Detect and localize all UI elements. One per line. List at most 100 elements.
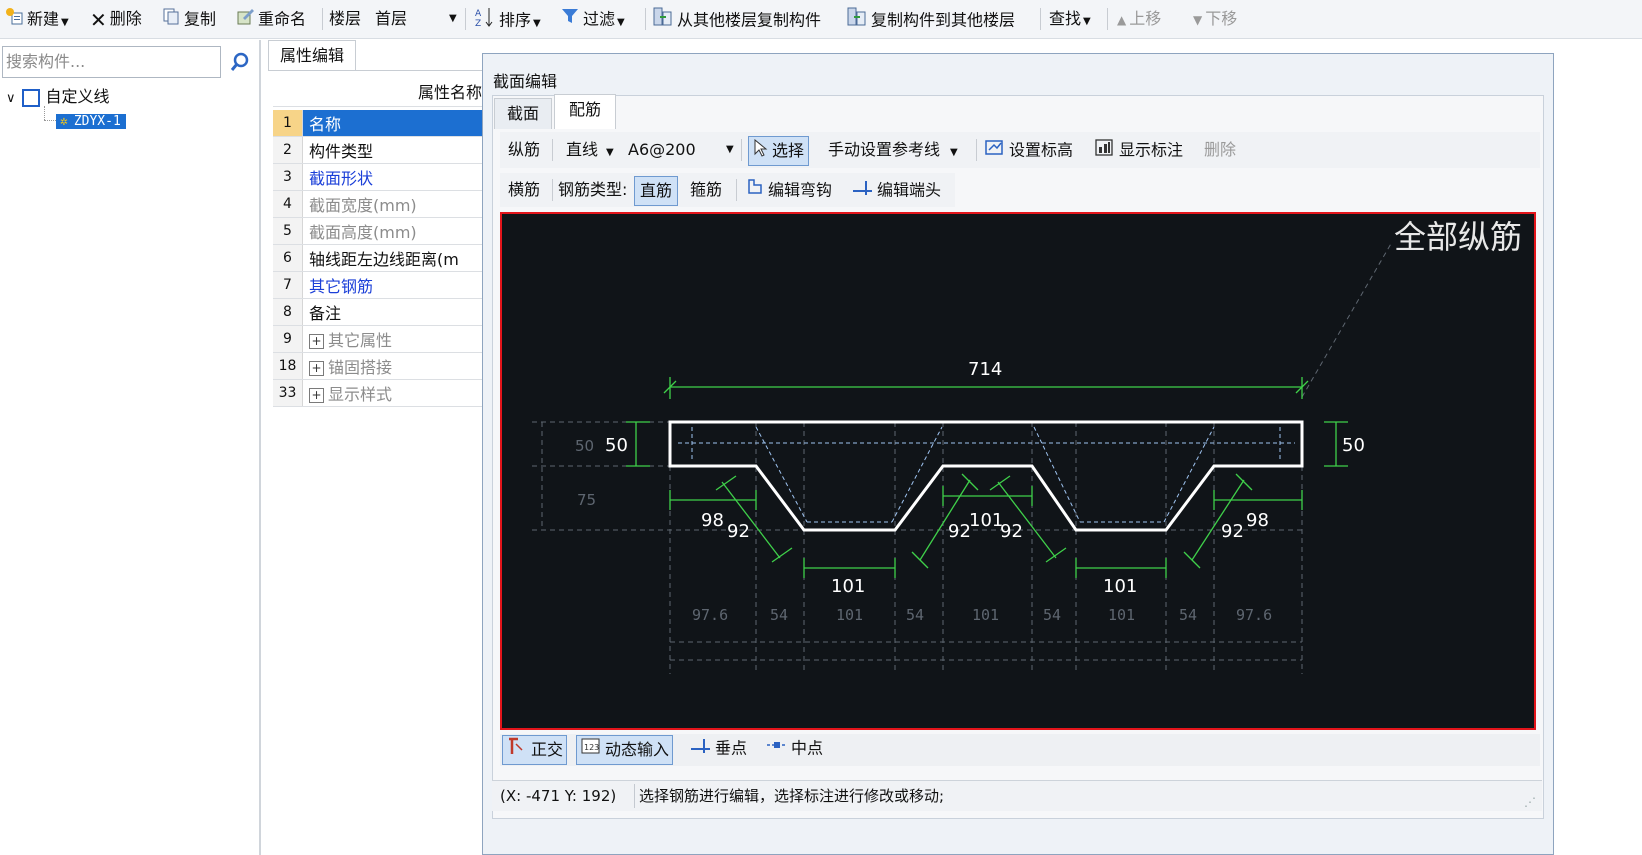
row-number: 33 bbox=[273, 379, 303, 407]
tab-section[interactable]: 截面 bbox=[494, 98, 552, 129]
row-number: 3 bbox=[273, 163, 303, 191]
dim-height-left[interactable]: 50 bbox=[605, 435, 628, 456]
tree-root-item[interactable]: ∨ 自定义线 bbox=[6, 86, 110, 108]
property-name: 备注 bbox=[302, 298, 488, 326]
sort-button[interactable]: A Z 排序 ▼ bbox=[474, 6, 541, 32]
property-name: 其它钢筋 bbox=[302, 271, 488, 299]
manual-reference-dropdown-icon[interactable]: ▼ bbox=[950, 147, 958, 158]
toolbar-separator bbox=[645, 8, 646, 30]
tab-reinforcement[interactable]: 配筋 bbox=[554, 94, 616, 129]
status-bar: (X: -471 Y: 192) 选择钢筋进行编辑，选择标注进行修改或移动; ⋰ bbox=[492, 780, 1542, 811]
expand-plus-icon[interactable]: + bbox=[309, 334, 324, 349]
dynamic-input-toggle[interactable]: 123 动态输入 bbox=[576, 735, 674, 765]
line-type-select[interactable]: 直线 ▼ bbox=[566, 137, 614, 163]
table-row[interactable]: 4 截面宽度(mm) bbox=[273, 190, 488, 218]
rebar-spec-select[interactable]: A6@200 ▼ bbox=[628, 137, 736, 163]
panel-splitter[interactable] bbox=[259, 40, 261, 855]
new-dropdown-icon[interactable]: ▼ bbox=[61, 17, 69, 28]
find-button-label: 查找 bbox=[1049, 9, 1082, 28]
table-row[interactable]: 6 轴线距左边线距离(m bbox=[273, 244, 488, 272]
edit-hook-button[interactable]: 编辑弯钩 bbox=[745, 177, 832, 203]
ortho-toggle[interactable]: 正交 bbox=[502, 735, 568, 765]
dim-92-mid-a[interactable]: 92 bbox=[948, 521, 971, 542]
search-button[interactable] bbox=[225, 46, 255, 78]
chevron-down-icon[interactable]: ∨ bbox=[6, 91, 16, 106]
midpoint-snap-button[interactable]: 中点 bbox=[766, 735, 823, 761]
dim-101-bottom-right[interactable]: 101 bbox=[1103, 576, 1137, 597]
dim-101-bottom-left[interactable]: 101 bbox=[831, 576, 865, 597]
tab-property-edit[interactable]: 属性编辑 bbox=[268, 40, 356, 71]
toolbar-separator bbox=[552, 139, 553, 161]
line-type-value: 直线 bbox=[566, 140, 599, 159]
table-row[interactable]: 1 名称 bbox=[273, 110, 488, 137]
edit-end-button[interactable]: 编辑端头 bbox=[852, 177, 941, 203]
perpendicular-label: 垂点 bbox=[715, 738, 748, 758]
dialog-title: 截面编辑 bbox=[493, 72, 558, 91]
bottom-dim: 97.6 bbox=[692, 606, 728, 624]
row-number: 4 bbox=[273, 190, 303, 218]
select-button[interactable]: 选择 bbox=[748, 136, 810, 166]
row-number: 7 bbox=[273, 271, 303, 299]
set-elevation-button[interactable]: 设置标高 bbox=[984, 137, 1073, 163]
expand-plus-icon[interactable]: + bbox=[309, 388, 324, 403]
filter-dropdown-icon[interactable]: ▼ bbox=[617, 17, 625, 28]
line-type-dropdown-icon: ▼ bbox=[606, 147, 614, 158]
copy-from-floor-button[interactable]: 从其他楼层复制构件 bbox=[652, 6, 821, 32]
floor-select[interactable]: 首层 ▼ bbox=[375, 6, 457, 32]
tree-child-item[interactable]: ✲ ZDYX-1 bbox=[56, 109, 126, 131]
property-group-name: 锚固搭接 bbox=[328, 358, 393, 377]
manual-reference-line-label: 手动设置参考线 bbox=[828, 140, 941, 159]
rename-button[interactable]: 重命名 bbox=[235, 6, 306, 32]
table-row[interactable]: 5 截面高度(mm) bbox=[273, 217, 488, 245]
straight-rebar-button[interactable]: 直筋 bbox=[634, 176, 679, 206]
dim-92-mid-b[interactable]: 92 bbox=[1000, 521, 1023, 542]
all-longitudinal-label[interactable]: 全部纵筋 bbox=[1394, 218, 1522, 256]
delete-button-label: 删除 bbox=[109, 9, 142, 28]
copy-to-floor-button[interactable]: 复制构件到其他楼层 bbox=[846, 6, 1015, 32]
stirrup-button[interactable]: 箍筋 bbox=[690, 177, 722, 203]
svg-text:A: A bbox=[475, 9, 482, 19]
table-row[interactable]: 9 + 其它属性 bbox=[273, 325, 488, 353]
search-input[interactable]: 搜索构件... bbox=[2, 46, 221, 78]
delete-button[interactable]: ✕ 删除 bbox=[90, 6, 142, 32]
copy-button[interactable]: 复制 bbox=[161, 6, 216, 32]
table-row[interactable]: 18 + 锚固搭接 bbox=[273, 352, 488, 380]
table-row[interactable]: 8 备注 bbox=[273, 298, 488, 326]
longitudinal-rebar-toolbar: 纵筋 直线 ▼ A6@200 ▼ 选择 手动设置参考线 ▼ 设置标高 显示标注 删除 bbox=[500, 132, 1540, 168]
table-row[interactable]: 33 + 显示样式 bbox=[273, 379, 488, 407]
resize-grip-icon[interactable]: ⋰ bbox=[1524, 787, 1536, 817]
dim-height-right[interactable]: 50 bbox=[1342, 435, 1365, 456]
table-row[interactable]: 2 构件类型 bbox=[273, 136, 488, 164]
move-up-button[interactable]: ▲ 上移 bbox=[1117, 6, 1161, 32]
dim-101-top-mid[interactable]: 101 bbox=[969, 510, 1003, 531]
row-number: 8 bbox=[273, 298, 303, 326]
toolbar-separator bbox=[1040, 8, 1041, 30]
dim-total-width[interactable]: 714 bbox=[968, 359, 1002, 380]
dim-92-right[interactable]: 92 bbox=[1221, 521, 1244, 542]
perpendicular-icon bbox=[690, 735, 712, 763]
table-row[interactable]: 3 截面形状 bbox=[273, 163, 488, 191]
perpendicular-snap-button[interactable]: 垂点 bbox=[690, 735, 747, 761]
property-name: 名称 bbox=[302, 110, 488, 137]
dim-98-left[interactable]: 98 bbox=[701, 510, 724, 531]
dim-98-right[interactable]: 98 bbox=[1246, 510, 1269, 531]
filter-button-label: 过滤 bbox=[583, 9, 616, 29]
bottom-dim: 54 bbox=[1043, 606, 1061, 624]
select-button-label: 选择 bbox=[772, 141, 805, 160]
move-down-button[interactable]: ▼ 下移 bbox=[1193, 6, 1237, 32]
expand-plus-icon[interactable]: + bbox=[309, 361, 324, 376]
delete-rebar-button[interactable]: 删除 bbox=[1204, 137, 1236, 163]
section-drawing-canvas[interactable]: 全部纵筋 714 50 50 50 75 98 92 101 92 101 92… bbox=[500, 212, 1536, 730]
new-button[interactable]: 新建 ▼ bbox=[4, 6, 69, 32]
toolbar-separator bbox=[741, 139, 742, 161]
sort-dropdown-icon[interactable]: ▼ bbox=[533, 18, 541, 29]
find-button[interactable]: 查找 ▼ bbox=[1049, 6, 1091, 32]
dim-92-left[interactable]: 92 bbox=[727, 521, 750, 542]
table-row[interactable]: 7 其它钢筋 bbox=[273, 271, 488, 299]
copy-icon bbox=[161, 6, 181, 34]
filter-button[interactable]: 过滤 ▼ bbox=[560, 6, 625, 32]
find-dropdown-icon[interactable]: ▼ bbox=[1083, 16, 1091, 27]
manual-reference-line-button[interactable]: 手动设置参考线 ▼ bbox=[828, 137, 958, 163]
show-labels-button[interactable]: 显示标注 bbox=[1094, 137, 1183, 163]
toolbar-separator bbox=[322, 8, 323, 30]
